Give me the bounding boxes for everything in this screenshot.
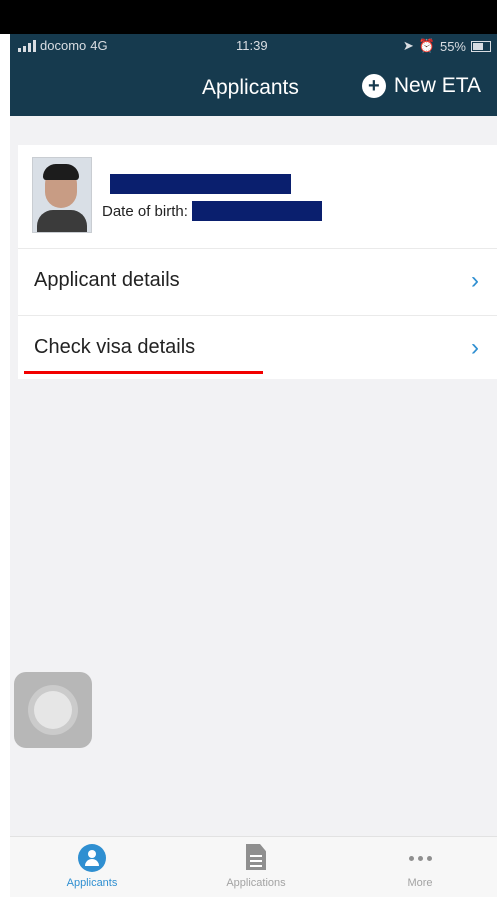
status-time: 11:39 <box>236 38 268 53</box>
new-eta-label: New ETA <box>393 74 481 97</box>
tab-label: More <box>407 877 433 889</box>
battery-icon <box>471 40 491 52</box>
chevron-right-icon: › <box>471 334 479 361</box>
person-icon <box>78 844 106 872</box>
top-frame-bar <box>0 0 497 34</box>
redacted-dob <box>191 201 322 221</box>
signal-icon <box>18 39 36 52</box>
menu-item-label: Applicant details <box>34 269 180 291</box>
applicant-card: Date of birth: Applicant details › Check… <box>18 145 497 379</box>
page-title: Applicants <box>202 76 299 99</box>
tab-bar: Applicants Applications More <box>10 836 497 897</box>
network-label: 4G <box>90 38 108 53</box>
menu-item-applicant-details[interactable]: Applicant details › <box>18 248 497 313</box>
location-icon: ➤ <box>402 38 414 53</box>
battery-percent: 55% <box>439 38 466 54</box>
highlight-underline <box>24 371 263 374</box>
status-bar: docomo 4G 11:39 ➤ ⏰ 55% <box>10 38 497 58</box>
new-eta-button[interactable]: + New ETA <box>361 74 481 98</box>
menu-item-label: Check visa details <box>34 336 196 358</box>
chevron-right-icon: › <box>471 267 479 294</box>
status-left: docomo 4G <box>18 38 108 53</box>
tab-applications[interactable]: Applications <box>196 844 316 889</box>
tab-label: Applications <box>226 877 286 889</box>
alarm-icon: ⏰ <box>418 38 435 53</box>
phone-screen: docomo 4G 11:39 ➤ ⏰ 55% Applicants + New… <box>10 34 497 897</box>
carrier-label: docomo <box>40 38 87 53</box>
dob-row: Date of birth: <box>102 201 322 221</box>
tab-label: Applicants <box>66 877 118 889</box>
plus-circle-icon: + <box>361 74 386 98</box>
assistive-touch-button[interactable] <box>14 672 92 748</box>
redacted-name <box>110 174 291 194</box>
tab-more[interactable]: More <box>360 844 480 889</box>
document-icon <box>246 844 266 870</box>
status-right: ➤ ⏰ 55% <box>403 38 491 54</box>
more-icon <box>406 844 434 861</box>
tab-applicants[interactable]: Applicants <box>32 844 152 889</box>
nav-header: docomo 4G 11:39 ➤ ⏰ 55% Applicants + New… <box>10 34 497 116</box>
applicant-photo <box>32 157 92 233</box>
dob-label: Date of birth: <box>102 202 188 220</box>
